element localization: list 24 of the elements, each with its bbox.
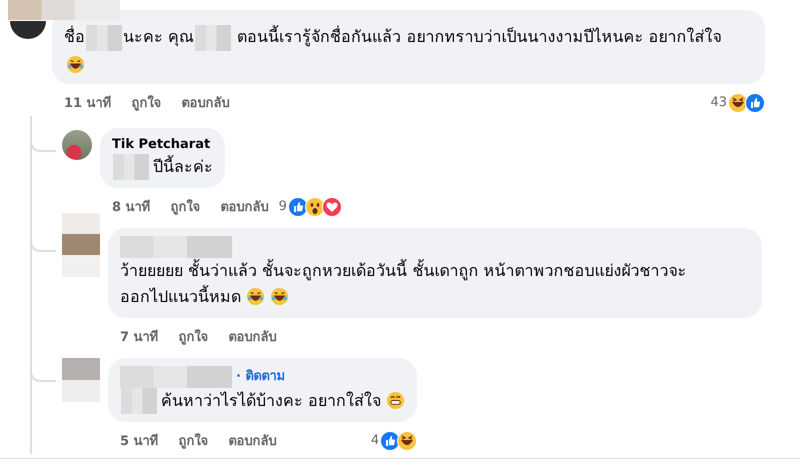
- comment-text: นะคะ คุณ: [123, 27, 194, 46]
- comment-text: ตอนนี้เรารู้จักชื่อกันแล้ว อยากทราบว่าเป็นนางงามปีไหนคะ อยากใส่ใจ: [236, 27, 722, 46]
- comment-text: ออกไปแนวนี้หมด: [120, 284, 241, 308]
- comment-text: ชื่อ: [64, 27, 85, 46]
- follow-link[interactable]: · ติดตาม: [236, 368, 286, 386]
- reply-link[interactable]: ตอบกลับ: [228, 430, 277, 452]
- author-name[interactable]: Tik Petcharat: [112, 136, 210, 154]
- like-link[interactable]: ถูกใจ: [170, 196, 201, 218]
- comment-text: ว้ายยยยย ชั้นว่าแล้ว ชั้นจะถูกหวยเด้อวันนี้ ชั้นเดาถูก หน้าตาพวกชอบแย่งผัวชาวจะ: [120, 258, 686, 282]
- reply-link[interactable]: ตอบกลับ: [228, 326, 277, 348]
- reaction-count[interactable]: 43: [710, 95, 727, 110]
- reaction-count[interactable]: 4: [370, 433, 380, 448]
- comment-text: ค้นหาว่าไรได้บ้างคะ อยากใส่ใจ: [161, 390, 382, 412]
- reply-link[interactable]: ตอบกลับ: [182, 92, 230, 114]
- reply-link[interactable]: ตอบกลับ: [220, 196, 269, 218]
- like-link[interactable]: ถูกใจ: [178, 326, 209, 348]
- timestamp: 8 นาที: [112, 198, 151, 218]
- reaction-count[interactable]: 9: [278, 199, 287, 214]
- timestamp: 5 นาที: [120, 432, 159, 452]
- timestamp: 7 นาที: [120, 328, 159, 348]
- comment-text: ปีนี้ละค่ะ: [153, 154, 213, 178]
- timestamp: 11 นาที: [64, 94, 112, 114]
- like-link[interactable]: ถูกใจ: [132, 92, 162, 114]
- like-link[interactable]: ถูกใจ: [178, 430, 209, 452]
